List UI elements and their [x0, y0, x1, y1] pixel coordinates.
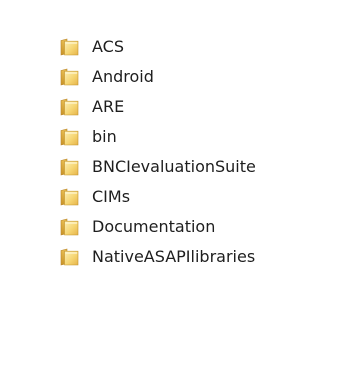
folder-label: CIMs: [92, 187, 131, 206]
folder-item-cims[interactable]: CIMs: [60, 182, 256, 212]
folder-icon: [60, 128, 80, 146]
folder-label: Android: [92, 67, 154, 86]
folder-label: ACS: [92, 37, 124, 56]
folder-icon: [60, 68, 80, 86]
folder-label: ARE: [92, 97, 125, 116]
folder-item-bnci-evaluation-suite[interactable]: BNCIevaluationSuite: [60, 152, 256, 182]
folder-item-acs[interactable]: ACS: [60, 32, 256, 62]
folder-label: BNCIevaluationSuite: [92, 157, 256, 176]
folder-icon: [60, 98, 80, 116]
folder-icon: [60, 158, 80, 176]
folder-item-documentation[interactable]: Documentation: [60, 212, 256, 242]
folder-icon: [60, 218, 80, 236]
folder-item-android[interactable]: Android: [60, 62, 256, 92]
folder-label: Documentation: [92, 217, 216, 236]
folder-icon: [60, 248, 80, 266]
folder-list: ACS Android ARE bin BNCIevaluationSuite …: [60, 32, 256, 272]
folder-label: bin: [92, 127, 117, 146]
folder-item-native-asap-libraries[interactable]: NativeASAPIlibraries: [60, 242, 256, 272]
folder-label: NativeASAPIlibraries: [92, 247, 256, 266]
folder-item-bin[interactable]: bin: [60, 122, 256, 152]
folder-icon: [60, 188, 80, 206]
folder-item-are[interactable]: ARE: [60, 92, 256, 122]
folder-icon: [60, 38, 80, 56]
